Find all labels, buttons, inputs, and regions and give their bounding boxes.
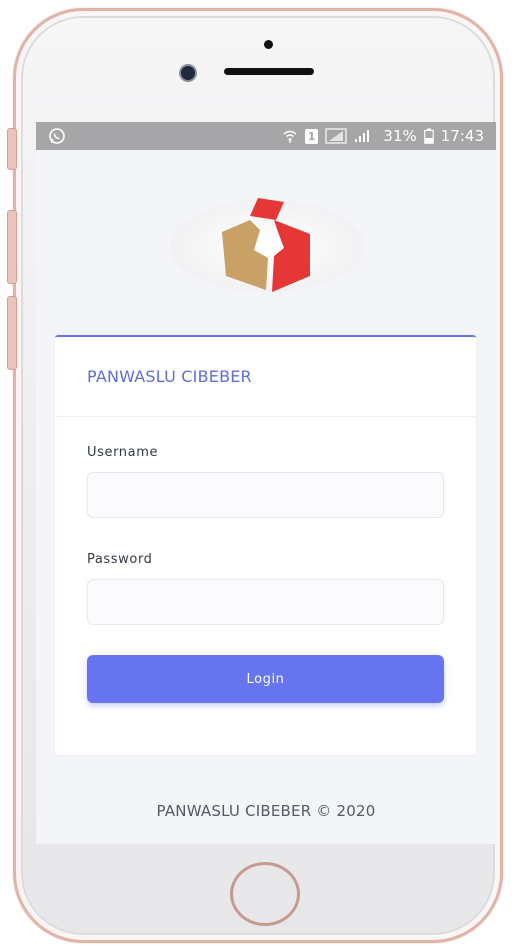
- status-bar: 1 31% 17:43: [36, 122, 496, 150]
- sim-slot-number: 1: [307, 129, 316, 143]
- proximity-sensor: [264, 40, 273, 49]
- logo-ballot-paper: [250, 198, 284, 220]
- password-label: Password: [87, 552, 153, 567]
- wifi-icon: [282, 128, 298, 144]
- front-camera: [179, 64, 197, 82]
- volume-up-button: [7, 210, 17, 284]
- username-input[interactable]: [87, 472, 444, 518]
- footer-copyright: PANWASLU CIBEBER © 2020: [156, 802, 376, 820]
- logo-gold-face: [222, 220, 268, 290]
- battery-percent: 31%: [383, 127, 417, 145]
- signal-icon: [325, 128, 348, 144]
- sim-icon: 1: [304, 128, 319, 144]
- volume-down-button: [7, 296, 17, 370]
- home-button[interactable]: [230, 862, 300, 926]
- whatsapp-icon: [48, 127, 66, 145]
- bawaslu-logo: [222, 198, 310, 292]
- battery-icon: [423, 128, 434, 144]
- login-form: Username Password Login: [55, 417, 476, 703]
- login-button[interactable]: Login: [87, 655, 444, 703]
- password-input[interactable]: [87, 579, 444, 625]
- logo-red-face: [272, 220, 310, 292]
- login-card: PANWASLU CIBEBER Username Password Login: [55, 335, 476, 755]
- mute-switch: [7, 128, 17, 170]
- card-header: PANWASLU CIBEBER: [55, 337, 476, 417]
- status-time: 17:43: [440, 127, 484, 145]
- signal-bars-icon: [354, 129, 370, 143]
- username-label: Username: [87, 445, 159, 460]
- phone-screen: 1 31% 17:43 PANWASLU CIBEBER Username Pa…: [36, 122, 496, 844]
- card-title: PANWASLU CIBEBER: [87, 367, 252, 386]
- earpiece-speaker: [224, 68, 314, 75]
